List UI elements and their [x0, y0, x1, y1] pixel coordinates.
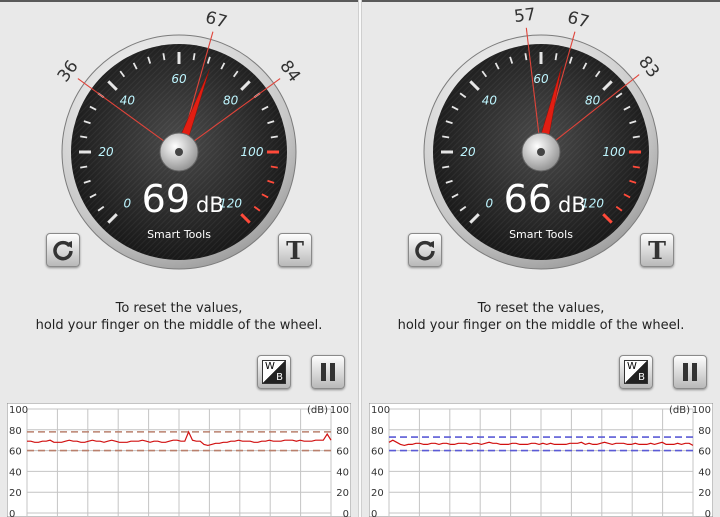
pause-button[interactable] — [673, 355, 707, 389]
y-tick-right: 100 — [330, 405, 349, 416]
peak-marker-label: 36 — [54, 57, 83, 86]
white-black-toggle-button[interactable]: W B — [257, 355, 291, 389]
y-tick-left: 60 — [371, 447, 384, 458]
text-button-label: T — [648, 235, 666, 265]
wb-b-letter: B — [276, 372, 283, 383]
gauge-tick — [80, 165, 88, 169]
scale-label: 40 — [120, 93, 136, 107]
y-tick-left: 20 — [9, 488, 22, 499]
y-tick-right: 20 — [698, 488, 711, 499]
wb-b-letter: B — [638, 372, 645, 383]
scale-label: 80 — [585, 93, 601, 107]
gauge-tick — [554, 53, 558, 61]
y-tick-right: 0 — [343, 509, 349, 517]
peak-marker-label: 67 — [203, 8, 229, 33]
db-readout-unit: dB — [558, 193, 586, 217]
scale-label: 60 — [533, 72, 549, 86]
text-button-label: T — [286, 235, 304, 265]
gauge-tick — [442, 165, 450, 169]
pause-icon — [321, 363, 335, 381]
wb-icon: W B — [624, 360, 648, 384]
y-tick-right: 40 — [698, 467, 711, 478]
y-tick-right: 20 — [336, 488, 349, 499]
scale-label: 60 — [171, 72, 187, 86]
gauge-tick — [270, 165, 278, 169]
db-history-graph: 100 100 80 80 60 60 40 40 20 20 0 0 (dB) — [369, 403, 713, 517]
gauge-tick — [270, 135, 278, 139]
scale-label: 40 — [482, 93, 498, 107]
reset-instruction-line2: hold your finger on the middle of the wh… — [35, 318, 323, 333]
meter-screen-left: 0 20 40 60 80 100 120 36 67 84 69 dB Smart Tools T T… — [0, 0, 358, 517]
peak-marker-label: 83 — [634, 52, 663, 81]
scale-label: 100 — [603, 145, 626, 159]
wb-w-letter: W — [627, 361, 637, 372]
gauge-tick — [192, 53, 196, 61]
y-tick-left: 80 — [9, 426, 22, 437]
brand-label: Smart Tools — [147, 228, 211, 241]
y-tick-left: 60 — [9, 447, 22, 458]
white-black-toggle-button[interactable]: W B — [619, 355, 653, 389]
y-tick-right: 60 — [698, 447, 711, 458]
gauge-tick — [632, 135, 640, 139]
db-readout-unit: dB — [196, 193, 224, 217]
meter-screen-right: 0 20 40 60 80 100 120 57 67 83 66 dB Smart Tools T T… — [362, 0, 720, 517]
reset-instruction-line1: To reset the values, — [477, 301, 605, 316]
peak-marker-label: 67 — [565, 8, 591, 33]
y-tick-right: 80 — [698, 426, 711, 437]
pause-button[interactable] — [311, 355, 345, 389]
y-tick-left: 40 — [9, 467, 22, 478]
y-tick-left: 80 — [371, 426, 384, 437]
y-tick-right: 100 — [692, 405, 711, 416]
db-readout-value: 66 — [504, 177, 552, 221]
reset-button[interactable] — [408, 233, 442, 267]
graph-unit-label: (dB) — [307, 405, 328, 416]
y-tick-left: 0 — [9, 509, 15, 517]
db-history-graph: 100 100 80 80 60 60 40 40 20 20 0 0 (dB) — [7, 403, 351, 517]
text-button[interactable]: T — [278, 233, 312, 267]
reset-button[interactable] — [46, 233, 80, 267]
scale-label: 80 — [223, 93, 239, 107]
gauge-tick — [162, 53, 166, 61]
gauge-tick — [524, 53, 528, 61]
y-tick-right: 0 — [705, 509, 711, 517]
gauge-tick — [80, 135, 88, 139]
wb-icon: W B — [262, 360, 286, 384]
brand-label: Smart Tools — [509, 228, 573, 241]
scale-label: 20 — [460, 145, 476, 159]
scale-label: 100 — [241, 145, 264, 159]
wb-w-letter: W — [265, 361, 275, 372]
y-tick-left: 100 — [371, 405, 390, 416]
y-tick-right: 80 — [336, 426, 349, 437]
y-tick-left: 40 — [371, 467, 384, 478]
peak-marker-label: 84 — [275, 57, 304, 86]
y-tick-right: 40 — [336, 467, 349, 478]
peak-marker-label: 57 — [513, 5, 537, 27]
scale-label: 20 — [98, 145, 114, 159]
db-readout-value: 69 — [142, 177, 190, 221]
scale-label: 0 — [486, 197, 494, 211]
graph-unit-label: (dB) — [669, 405, 690, 416]
gauge-tick — [442, 135, 450, 139]
center-hub-dot — [537, 148, 545, 156]
scale-label: 0 — [124, 197, 132, 211]
reset-instruction-line1: To reset the values, — [115, 301, 243, 316]
refresh-icon — [53, 240, 73, 261]
y-tick-right: 60 — [336, 447, 349, 458]
gauge-tick — [632, 165, 640, 169]
y-tick-left: 20 — [371, 488, 384, 499]
center-hub-dot — [175, 148, 183, 156]
refresh-icon — [415, 240, 435, 261]
pause-icon — [683, 363, 697, 381]
reset-instruction-line2: hold your finger on the middle of the wh… — [397, 318, 685, 333]
y-tick-left: 100 — [9, 405, 28, 416]
y-tick-left: 0 — [371, 509, 377, 517]
text-button[interactable]: T — [640, 233, 674, 267]
